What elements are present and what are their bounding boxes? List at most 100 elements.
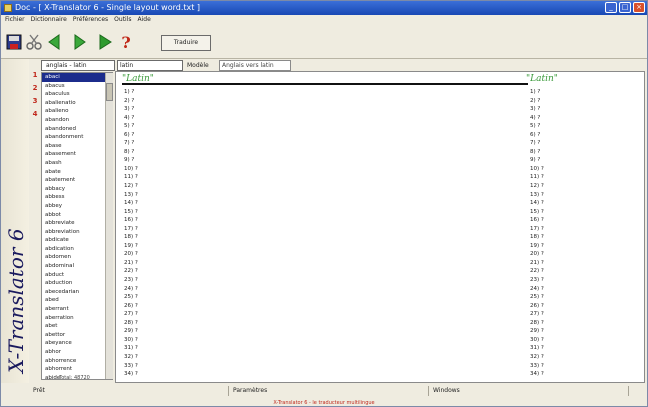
list-item[interactable]: abdomen — [42, 253, 112, 262]
text-line: 2) ? — [124, 97, 135, 104]
translate-button[interactable]: Traduire — [161, 35, 211, 51]
list-item[interactable]: abdominal — [42, 262, 112, 271]
list-item[interactable]: abbreviate — [42, 219, 112, 228]
list-item[interactable]: abash — [42, 159, 112, 168]
play-icon[interactable] — [95, 33, 113, 51]
language-pair[interactable]: anglais - latin — [41, 60, 115, 71]
list-item[interactable]: abhorrent — [42, 365, 112, 374]
list-item[interactable]: abbacy — [42, 185, 112, 194]
word-list[interactable]: abaci abacus abaculus abalienatio abalieno ab… — [41, 72, 113, 380]
maximize-icon[interactable]: □ — [619, 2, 631, 13]
text-line: 20) ? — [530, 251, 544, 258]
list-item[interactable]: abbey — [42, 202, 112, 211]
text-line: 9) ? — [530, 157, 541, 164]
list-item[interactable]: abasement — [42, 150, 112, 159]
text-line: 30) ? — [530, 336, 544, 343]
list-item[interactable]: abduct — [42, 271, 112, 280]
status-bar: Prêt Paramètres Windows — [29, 385, 647, 397]
list-item[interactable]: abaculus — [42, 90, 112, 99]
list-item[interactable]: abaci — [42, 73, 112, 82]
list-item[interactable]: abbreviation — [42, 228, 112, 237]
list-item[interactable]: abecedarian — [42, 288, 112, 297]
minimize-icon[interactable]: _ — [605, 2, 617, 13]
menu-item-file[interactable]: Fichier — [5, 15, 25, 25]
back-arrow-icon[interactable] — [47, 33, 65, 51]
text-line: 29) ? — [124, 328, 138, 335]
text-line: 32) ? — [530, 353, 544, 360]
header-rule — [122, 83, 528, 85]
list-item[interactable]: abbot — [42, 211, 112, 220]
text-line: 27) ? — [530, 311, 544, 318]
list-item[interactable]: abhor — [42, 348, 112, 357]
list-item[interactable]: abatement — [42, 176, 112, 185]
status-ready: Prêt — [29, 386, 229, 396]
text-line: 22) ? — [124, 268, 138, 275]
svg-text:?: ? — [121, 33, 130, 51]
text-line: 34) ? — [124, 371, 138, 378]
app-window: Doc - [ X-Translator 6 - Single layout w… — [0, 0, 648, 407]
list-item[interactable]: abettor — [42, 331, 112, 340]
list-item[interactable]: aberrant — [42, 305, 112, 314]
text-line: 3) ? — [530, 106, 541, 113]
menu-item-help[interactable]: Aide — [138, 15, 151, 25]
list-item[interactable]: abhorrence — [42, 357, 112, 366]
text-line: 18) ? — [530, 234, 544, 241]
list-item[interactable]: abandonment — [42, 133, 112, 142]
step-numbers: 1 2 3 4 — [29, 71, 41, 131]
app-icon — [4, 4, 12, 12]
list-item[interactable]: aberration — [42, 314, 112, 323]
document-area[interactable]: "Latin" "Latin" 1) ? 2) ? 3) ? 4) ? 5) ? 6) ?… — [115, 71, 645, 383]
cut-icon[interactable] — [25, 33, 43, 51]
text-line: 23) ? — [530, 277, 544, 284]
product-banner: X-Translator 6 — [1, 59, 29, 383]
close-icon[interactable]: × — [633, 2, 645, 13]
text-line: 13) ? — [124, 191, 138, 198]
text-line: 1) ? — [124, 89, 135, 95]
text-line: 8) ? — [530, 148, 541, 155]
list-item[interactable]: abdicate — [42, 236, 112, 245]
list-item[interactable]: abandon — [42, 116, 112, 125]
list-item[interactable]: abandoned — [42, 125, 112, 134]
text-line: 33) ? — [530, 362, 544, 369]
list-item[interactable]: abduction — [42, 279, 112, 288]
text-line: 25) ? — [124, 294, 138, 301]
search-input[interactable]: latin — [117, 60, 183, 71]
text-line: 31) ? — [530, 345, 544, 352]
word-count: Total: 48720 — [59, 375, 90, 381]
text-line: 19) ? — [124, 242, 138, 249]
left-column: 1) ? 2) ? 3) ? 4) ? 5) ? 6) ? 7) ? 8) ? 9) ? 10) … — [124, 88, 524, 379]
list-item[interactable]: abase — [42, 142, 112, 151]
list-item[interactable]: abet — [42, 322, 112, 331]
text-line: 4) ? — [124, 114, 135, 121]
scroll-thumb[interactable] — [106, 83, 113, 101]
forward-arrow-icon[interactable] — [69, 33, 87, 51]
word-list-scrollbar[interactable] — [105, 73, 113, 379]
list-item[interactable]: abalieno — [42, 107, 112, 116]
save-icon[interactable] — [5, 33, 23, 51]
menu-item-preferences[interactable]: Préférences — [73, 15, 108, 25]
text-line: 2) ? — [530, 97, 541, 104]
window-title: Doc - [ X-Translator 6 - Single layout w… — [15, 3, 201, 12]
list-item[interactable]: abbess — [42, 193, 112, 202]
text-line: 29) ? — [530, 328, 544, 335]
model-select[interactable]: Anglais vers latin — [219, 60, 291, 71]
text-line: 16) ? — [124, 217, 138, 224]
text-line: 27) ? — [124, 311, 138, 318]
list-item[interactable]: abed — [42, 296, 112, 305]
menu-item-tools[interactable]: Outils — [114, 15, 131, 25]
menu-item-dictionary[interactable]: Dictionnaire — [31, 15, 67, 25]
text-line: 32) ? — [124, 353, 138, 360]
text-line: 23) ? — [124, 277, 138, 284]
caption: X-Translator 6 - le traducteur multiling… — [273, 400, 375, 406]
list-item[interactable]: abdication — [42, 245, 112, 254]
right-column-header: "Latin" — [526, 74, 558, 84]
text-line: 11) ? — [124, 174, 138, 181]
list-item[interactable]: abacus — [42, 82, 112, 91]
text-line: 22) ? — [530, 268, 544, 275]
list-item[interactable]: abalienatio — [42, 99, 112, 108]
list-item[interactable]: abeyance — [42, 339, 112, 348]
text-line: 1) ? — [530, 89, 541, 95]
list-item[interactable]: abate — [42, 168, 112, 177]
help-icon[interactable]: ? — [117, 33, 135, 51]
text-line: 28) ? — [530, 319, 544, 326]
